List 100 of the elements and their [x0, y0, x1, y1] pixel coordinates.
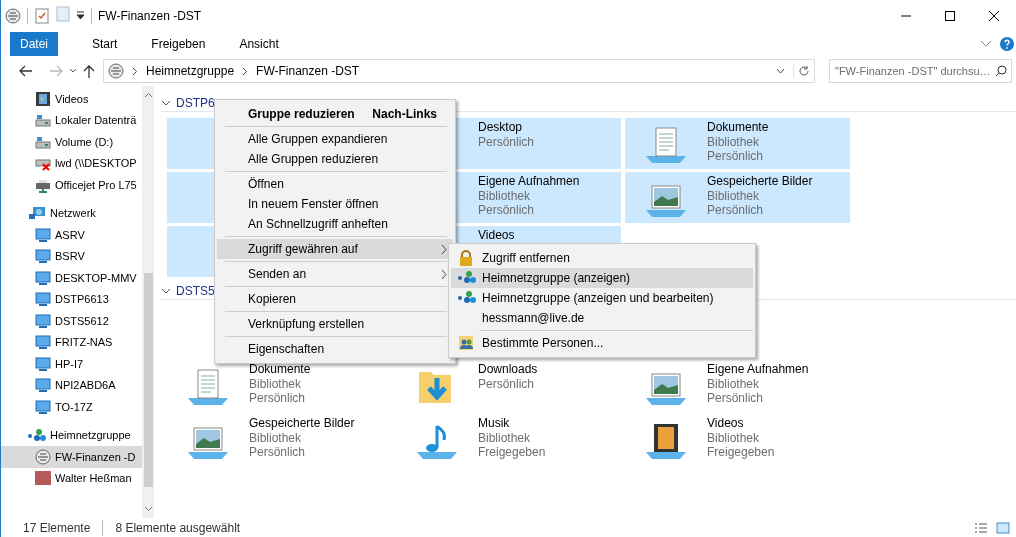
back-arrow-icon[interactable]: [19, 65, 33, 77]
dropdown-icon[interactable]: [76, 11, 85, 20]
up-arrow-icon[interactable]: [83, 64, 95, 78]
tile-detail: Persönlich: [478, 134, 535, 149]
refresh-icon[interactable]: [798, 65, 810, 77]
group-title[interactable]: DSTS5: [176, 282, 215, 300]
monitor-icon: [35, 227, 51, 242]
monitor-icon: [35, 356, 51, 371]
window-title: FW-Finanzen -DST: [98, 8, 202, 25]
nav-item[interactable]: Heimnetzgruppe: [1, 424, 142, 446]
tile-detail: Bibliothek: [707, 430, 761, 445]
lock-icon: [458, 250, 474, 266]
nav-item[interactable]: Lokaler Datenträ: [1, 109, 142, 131]
tile-name: Videos: [478, 228, 515, 243]
homegroup-icon: [458, 290, 476, 304]
collapse-chevron-icon[interactable]: [161, 288, 171, 294]
help-icon[interactable]: [1000, 37, 1014, 51]
folder-tile[interactable]: Videos Bibliothek Freigegeben: [625, 414, 850, 465]
tile-detail: Persönlich: [707, 149, 765, 164]
recent-locations-icon[interactable]: [69, 68, 77, 74]
nav-item[interactable]: ASRV: [1, 224, 142, 246]
group-title[interactable]: DSTP6: [176, 94, 215, 112]
scrollbar-thumb[interactable]: [143, 273, 153, 487]
nav-item[interactable]: BSRV: [1, 245, 142, 267]
nav-item[interactable]: TO-17Z: [1, 396, 142, 418]
menu-item[interactable]: Heimnetzgruppe (anzeigen): [451, 268, 753, 288]
folder-tile[interactable]: Eigene Aufnahmen Bibliothek Persönlich: [625, 360, 850, 411]
folder-tile[interactable]: Dokumente Bibliothek Persönlich: [167, 360, 392, 411]
dropdown-icon[interactable]: [776, 68, 785, 74]
ribbon-tab[interactable]: Start: [78, 32, 132, 56]
network-icon: [28, 205, 46, 222]
menu-item[interactable]: Zugriff entfernen: [451, 248, 753, 268]
monitor-icon: [35, 378, 51, 393]
nav-item[interactable]: DSTS5612: [1, 310, 142, 332]
document-icon: [644, 126, 688, 164]
collapse-chevron-icon[interactable]: [161, 100, 171, 106]
breadcrumb-item[interactable]: Heimnetzgruppe: [146, 62, 235, 80]
nav-item[interactable]: DESKTOP-MMV: [1, 267, 142, 289]
nav-item[interactable]: HP-I7: [1, 353, 142, 375]
menu-item[interactable]: hessmann@live.de: [451, 308, 753, 328]
nav-item[interactable]: Netzwerk: [1, 202, 142, 224]
nav-item[interactable]: Officejet Pro L75: [1, 174, 142, 196]
folder-tile[interactable]: Gespeicherte Bilder Bibliothek Persönlich: [625, 172, 850, 223]
tile-detail: Bibliothek: [707, 376, 761, 391]
tile-detail: Bibliothek: [707, 134, 761, 149]
nav-item[interactable]: DSTP6613: [1, 288, 142, 310]
scrollbar[interactable]: [142, 86, 154, 518]
scroll-up-icon[interactable]: [143, 92, 153, 98]
menu-item[interactable]: Bestimmte Personen...: [451, 333, 753, 353]
tile-detail: Bibliothek: [249, 376, 303, 391]
menu-item[interactable]: Senden an: [217, 264, 453, 284]
scroll-down-icon[interactable]: [143, 506, 153, 512]
folder-tile[interactable]: Gespeicherte Bilder Bibliothek Persönlich: [167, 414, 392, 465]
monitor-icon: [35, 335, 51, 350]
menu-item[interactable]: Zugriff gewähren auf: [217, 239, 453, 259]
folder-tile[interactable]: Musik Bibliothek Freigegeben: [396, 414, 621, 465]
folder-tile[interactable]: Dokumente Bibliothek Persönlich: [625, 118, 850, 169]
nav-item[interactable]: FW-Finanzen -D: [1, 446, 142, 468]
nav-item[interactable]: Walter Heßman: [1, 467, 142, 489]
details-view-icon[interactable]: [974, 521, 988, 534]
tile-name: Gespeicherte Bilder: [707, 174, 813, 189]
photo-placeholder: [35, 471, 51, 486]
tile-name: Eigene Aufnahmen: [478, 174, 580, 189]
breadcrumb-item[interactable]: FW-Finanzen -DST: [256, 62, 360, 80]
music-note-icon: [415, 422, 459, 460]
status-text: 17 Elemente: [23, 519, 91, 537]
tile-name: Desktop: [478, 120, 524, 135]
properties-icon[interactable]: [34, 8, 50, 24]
nav-item[interactable]: NPI2ABD6A: [1, 374, 142, 396]
tile-name: Eigene Aufnahmen: [707, 362, 809, 377]
monitor-icon: [35, 249, 51, 264]
monitor-icon: [35, 292, 51, 307]
tile-detail: Freigegeben: [707, 445, 775, 460]
document-icon: [186, 368, 230, 406]
tile-detail: Persönlich: [707, 203, 765, 218]
menu-item[interactable]: Heimnetzgruppe (anzeigen und bearbeiten): [451, 288, 753, 308]
tile-name: Downloads: [478, 362, 538, 377]
search-box[interactable]: "FW-Finanzen -DST" durchsu…: [829, 59, 1012, 83]
tile-name: Dokumente: [249, 362, 311, 377]
tile-detail: Persönlich: [707, 391, 765, 406]
homegroup-icon: [458, 270, 476, 284]
tile-detail: Bibliothek: [249, 430, 303, 445]
tiles-view-icon[interactable]: [996, 521, 1010, 534]
folder-tile[interactable]: Downloads Persönlich: [396, 360, 621, 411]
nav-item[interactable]: lwd (\\DESKTOP: [1, 152, 142, 174]
maximize-icon[interactable]: [945, 11, 955, 21]
nav-item[interactable]: FRITZ-NAS: [1, 331, 142, 353]
close-icon[interactable]: [989, 11, 999, 21]
expand-ribbon-icon[interactable]: [980, 40, 992, 48]
homegroup-icon: [28, 428, 46, 443]
ribbon-tab[interactable]: Ansicht: [225, 32, 293, 56]
chevron-icon: [242, 66, 249, 76]
nav-item[interactable]: Videos: [1, 88, 142, 110]
film-icon: [35, 90, 51, 107]
homegroup-logo-icon: [108, 63, 124, 79]
tile-name: Musik: [478, 416, 511, 431]
people-icon: [458, 335, 474, 351]
ribbon-tab[interactable]: Freigeben: [137, 32, 220, 56]
search-icon[interactable]: [995, 65, 1007, 77]
nav-item[interactable]: Volume (D:): [1, 131, 142, 153]
